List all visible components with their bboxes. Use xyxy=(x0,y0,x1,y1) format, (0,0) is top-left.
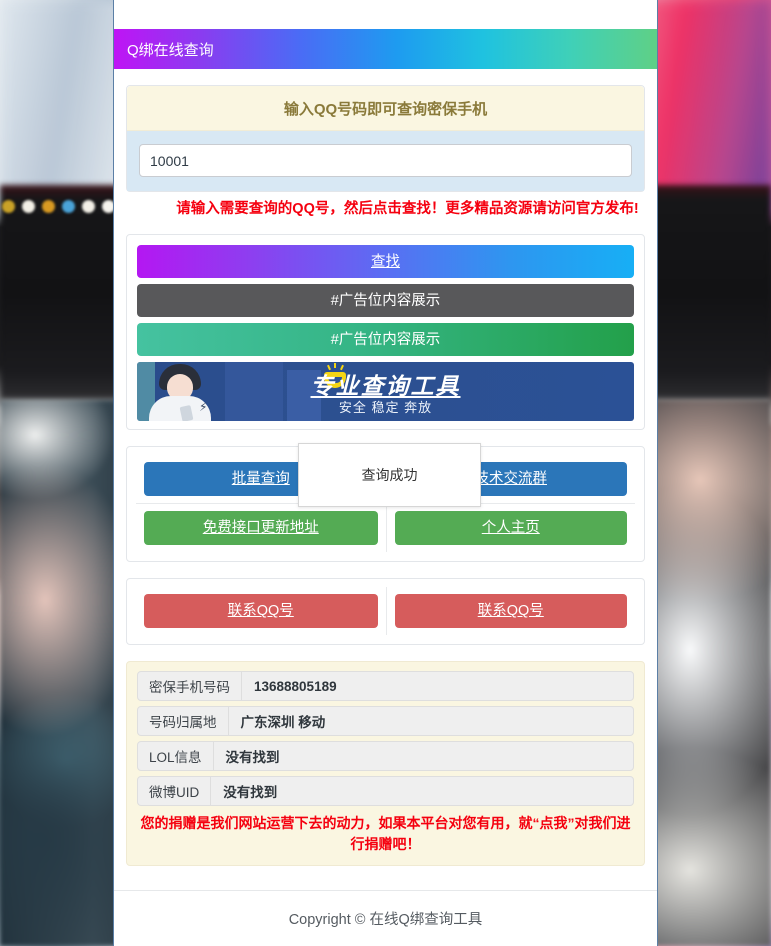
links-cell: 联系QQ号 xyxy=(385,587,636,636)
contact-grid: 联系QQ号 联系QQ号 xyxy=(127,579,644,644)
query-card: 输入QQ号码即可查询密保手机 xyxy=(126,85,645,192)
app-header: Q绑在线查询 xyxy=(114,29,657,69)
find-button[interactable]: 查找 xyxy=(137,245,634,279)
result-panel: 密保手机号码 13688805189 号码归属地 广东深圳 移动 LOL信息 没… xyxy=(126,661,645,866)
contact-qq-button-2[interactable]: 联系QQ号 xyxy=(394,594,627,629)
ad-slot-1-button[interactable]: #广告位内容展示 xyxy=(137,284,634,318)
table-row: LOL信息 没有找到 xyxy=(137,741,634,772)
background-dot xyxy=(42,200,55,213)
result-key: LOL信息 xyxy=(138,742,214,771)
ad-slot-2-button[interactable]: #广告位内容展示 xyxy=(137,323,634,357)
page-title: Q绑在线查询 xyxy=(127,41,214,59)
links-row-2: 免费接口更新地址 个人主页 xyxy=(136,503,636,553)
result-key: 微博UID xyxy=(138,777,212,806)
background-dot xyxy=(22,200,35,213)
promo-banner[interactable]: ⚡ 专业查询工具 安全 稳定 奔放 xyxy=(137,362,634,422)
links-cell: 联系QQ号 xyxy=(136,587,386,635)
free-api-update-button[interactable]: 免费接口更新地址 xyxy=(144,511,378,546)
result-key: 号码归属地 xyxy=(138,707,229,736)
actions-stack: 查找 #广告位内容展示 #广告位内容展示 ⚡ 专业查询工具 安全 稳定 奔放 xyxy=(127,235,644,429)
browser-page: Q绑在线查询 输入QQ号码即可查询密保手机 请输入需要查询的QQ号，然后点击查找… xyxy=(113,0,658,946)
donation-prompt[interactable]: 您的捐赠是我们网站运营下去的动力，如果本平台对您有用，就“点我”对我们进行捐赠吧… xyxy=(139,813,632,854)
personal-homepage-button[interactable]: 个人主页 xyxy=(394,511,627,546)
page-footer: Copyright © 在线Q绑查询工具 xyxy=(114,890,657,946)
page-top-strip xyxy=(114,0,657,29)
result-value: 没有找到 xyxy=(223,785,278,801)
links-row-3: 联系QQ号 联系QQ号 xyxy=(136,587,636,636)
links-cell: 个人主页 xyxy=(385,504,636,553)
result-key: 密保手机号码 xyxy=(138,672,242,701)
result-value: 广东深圳 移动 xyxy=(240,715,326,731)
background-dot xyxy=(2,200,15,213)
query-card-heading: 输入QQ号码即可查询密保手机 xyxy=(127,86,644,131)
background-indicator-dots xyxy=(0,200,120,222)
success-dialog[interactable]: 查询成功 xyxy=(298,443,481,507)
actions-card: 查找 #广告位内容展示 #广告位内容展示 ⚡ 专业查询工具 安全 稳定 奔放 xyxy=(126,234,645,431)
result-value: 13688805189 xyxy=(254,678,337,694)
result-value: 没有找到 xyxy=(225,750,280,766)
banner-title: 专业查询工具 xyxy=(310,373,461,400)
table-row: 密保手机号码 13688805189 xyxy=(137,671,634,702)
banner-subtitle: 安全 稳定 奔放 xyxy=(338,400,433,416)
qq-number-input[interactable] xyxy=(139,144,632,177)
contact-qq-button-1[interactable]: 联系QQ号 xyxy=(144,594,378,629)
contact-card: 联系QQ号 联系QQ号 xyxy=(126,578,645,646)
background-dot xyxy=(62,200,75,213)
table-row: 号码归属地 广东深圳 移动 xyxy=(137,706,634,737)
background-dot xyxy=(82,200,95,213)
links-cell: 免费接口更新地址 xyxy=(136,504,386,552)
query-card-body xyxy=(127,131,644,191)
table-row: 微博UID 没有找到 xyxy=(137,776,634,807)
query-notice-text: 请输入需要查询的QQ号，然后点击查找！更多精品资源请访问官方发布! xyxy=(176,201,639,217)
success-dialog-message: 查询成功 xyxy=(361,467,418,483)
copyright-text: Copyright © 在线Q绑查询工具 xyxy=(288,912,483,928)
